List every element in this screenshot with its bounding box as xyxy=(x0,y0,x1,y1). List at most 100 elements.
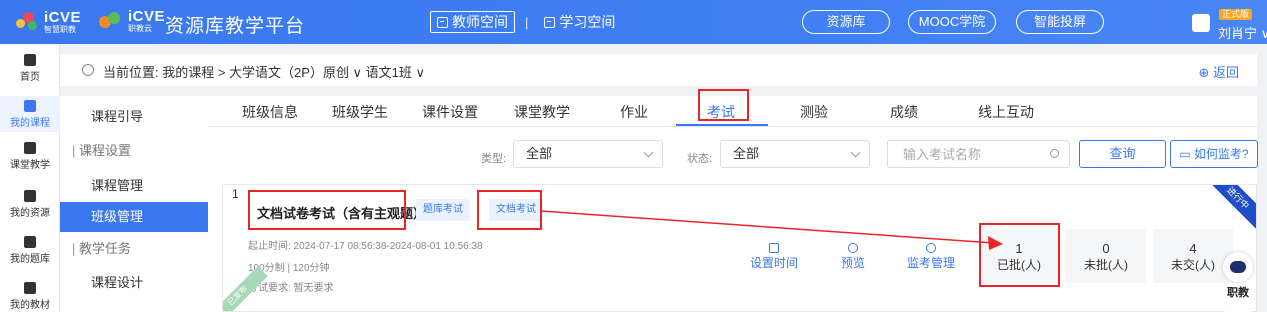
question-bank-exam-tag: 题库考试 xyxy=(416,199,470,221)
logo2-subtext: 职教云 xyxy=(128,23,152,33)
resource-icon xyxy=(24,190,36,202)
tab-homework[interactable]: 作业 xyxy=(620,102,648,122)
upload-icon xyxy=(769,243,779,253)
username: 刘肖宁 ∨ xyxy=(1218,26,1267,41)
rail-label: 首页 xyxy=(20,72,40,83)
unsubmitted-label: 未交(人) xyxy=(1171,258,1215,272)
preview-label: 预览 xyxy=(841,256,866,270)
preview-action[interactable]: 预览 xyxy=(841,243,865,271)
rail-home[interactable]: 首页 xyxy=(0,54,60,83)
chevron-down-icon xyxy=(850,147,861,158)
status-select-value: 全部 xyxy=(733,146,760,161)
rail-label: 我的题库 xyxy=(10,254,50,265)
icve-logo-mark xyxy=(14,9,40,35)
logo-subtext: 智慧职教 xyxy=(44,24,76,34)
query-button[interactable]: 查询 xyxy=(1079,140,1166,168)
assistant-robot-icon[interactable] xyxy=(1223,252,1253,282)
logo-text: iCVE xyxy=(44,8,82,26)
exam-search-input[interactable] xyxy=(887,140,1070,168)
rail-resources[interactable]: 我的资源 xyxy=(0,190,60,219)
rail-textbooks[interactable]: 我的教材 xyxy=(0,282,60,311)
proctor-management-label: 监考管理 xyxy=(907,256,956,270)
teacher-space-tab[interactable]: 教师空间 xyxy=(430,11,515,33)
exam-tab-highlight xyxy=(698,89,749,121)
breadcrumb-text[interactable]: 当前位置: 我的课程 > 大学语文（2P）原创 ∨ 语文1班 ∨ xyxy=(103,62,425,81)
back-label: 返回 xyxy=(1212,65,1239,80)
tab-courseware[interactable]: 课件设置 xyxy=(422,102,478,122)
status-filter-label: 状态: xyxy=(687,153,713,165)
document-tag-highlight xyxy=(477,190,542,230)
classroom-icon xyxy=(24,142,36,154)
rail-label: 我的资源 xyxy=(10,208,50,219)
space-tabs: 教师空间 | 学习空间 xyxy=(430,11,621,33)
smart-screen-button[interactable]: 智能投屏 xyxy=(1016,10,1104,34)
mooc-button[interactable]: MOOC学院 xyxy=(908,10,996,34)
icon-rail: 首页 我的课程 课堂教学 我的资源 我的题库 我的教材 xyxy=(0,44,60,312)
rail-question-bank[interactable]: 我的题库 xyxy=(0,236,60,265)
top-bar: iCVE 智慧职教 iCVE 职教云 资源库教学平台 教师空间 | 学习空间 资… xyxy=(0,0,1267,44)
exam-index: 1 xyxy=(232,187,239,201)
tab-classroom-teaching[interactable]: 课堂教学 xyxy=(514,102,570,122)
teacher-space-label: 教师空间 xyxy=(452,14,508,30)
back-link[interactable]: ⊕ 返回 xyxy=(1198,62,1239,81)
exam-title-highlight xyxy=(248,190,406,230)
side-float-text: 职教 xyxy=(1227,287,1249,299)
set-time-label: 设置时间 xyxy=(750,256,799,270)
home-icon xyxy=(24,54,36,66)
space-divider: | xyxy=(525,14,529,30)
proctor-management-action[interactable]: 监考管理 xyxy=(907,243,955,271)
sidebar-item-course-management[interactable]: 课程管理 xyxy=(60,173,208,199)
logo2-text: iCVE xyxy=(128,7,166,25)
rail-label: 我的课程 xyxy=(10,118,50,129)
student-space-label: 学习空间 xyxy=(559,14,616,30)
teacher-space-icon xyxy=(437,16,448,28)
unsubmitted-count[interactable]: 4 未交(人) xyxy=(1153,229,1233,283)
rail-label: 我的教材 xyxy=(10,300,50,311)
tab-online-interaction[interactable]: 线上互动 xyxy=(978,102,1034,122)
tab-class-info[interactable]: 班级信息 xyxy=(242,102,298,122)
chevron-down-icon xyxy=(643,147,654,158)
question-bank-icon xyxy=(24,236,36,248)
in-progress-ribbon: 进行中 xyxy=(1203,185,1256,233)
active-tab-indicator xyxy=(676,124,768,126)
icve-logo[interactable]: iCVE 智慧职教 xyxy=(14,8,81,36)
sidebar-group-teaching-tasks: 教学任务 xyxy=(60,236,208,262)
rail-my-courses[interactable]: 我的课程 xyxy=(0,96,60,132)
sidebar-item-class-management[interactable]: 班级管理 xyxy=(60,202,208,232)
version-badge: 正式版 xyxy=(1219,9,1253,20)
breadcrumb: 当前位置: 我的课程 > 大学语文（2P）原创 ∨ 语文1班 ∨ ⊕ 返回 xyxy=(60,54,1257,86)
exam-time: 起止时间: 2024-07-17 08:56:38-2024-08-01 10:… xyxy=(248,241,483,252)
tab-grades[interactable]: 成绩 xyxy=(890,102,918,122)
rail-classroom[interactable]: 课堂教学 xyxy=(0,142,60,171)
textbook-icon xyxy=(24,282,36,294)
sidebar-group-course-settings: 课程设置 xyxy=(60,138,208,164)
type-select[interactable]: 全部 xyxy=(513,140,663,168)
type-filter-label: 类型: xyxy=(481,153,507,165)
avatar xyxy=(1192,14,1210,32)
student-space-tab[interactable]: 学习空间 xyxy=(538,11,621,33)
platform-title: 资源库教学平台 xyxy=(165,16,306,37)
side-float-label[interactable]: 职教 xyxy=(1225,285,1251,312)
search-icon[interactable] xyxy=(1050,149,1059,158)
how-to-proctor-label: 如何监考? xyxy=(1193,147,1249,161)
resource-library-button[interactable]: 资源库 xyxy=(802,10,890,34)
exam-card: 1 文档试卷考试（含有主观题） 题库考试 文档考试 起止时间: 2024-07-… xyxy=(222,184,1257,312)
sidebar-item-course-design[interactable]: 课程设计 xyxy=(60,270,208,296)
rail-label: 课堂教学 xyxy=(10,160,50,171)
icve-cloud-logo[interactable]: iCVE 职教云 xyxy=(98,8,165,34)
tab-quiz[interactable]: 测验 xyxy=(800,102,828,122)
eye-icon xyxy=(848,243,858,253)
cloud-logo-mark xyxy=(98,8,124,34)
sidebar-item-course-guide[interactable]: 课程引导 xyxy=(60,104,208,130)
main-panel: 班级信息 班级学生 课件设置 课堂教学 作业 考试 测验 成绩 线上互动 类型:… xyxy=(208,89,1258,312)
ungraded-number: 0 xyxy=(1102,241,1110,256)
status-select[interactable]: 全部 xyxy=(720,140,870,168)
set-time-action[interactable]: 设置时间 xyxy=(750,243,798,271)
course-sidebar: 课程引导 课程设置 课程管理 班级管理 教学任务 课程设计 xyxy=(60,96,208,312)
ungraded-label: 未批(人) xyxy=(1084,258,1128,272)
ungraded-count[interactable]: 0 未批(人) xyxy=(1066,229,1146,283)
type-select-value: 全部 xyxy=(526,146,553,161)
tab-class-students[interactable]: 班级学生 xyxy=(332,102,388,122)
course-icon xyxy=(24,100,36,112)
how-to-proctor-button[interactable]: ▭ 如何监考? xyxy=(1170,140,1258,168)
